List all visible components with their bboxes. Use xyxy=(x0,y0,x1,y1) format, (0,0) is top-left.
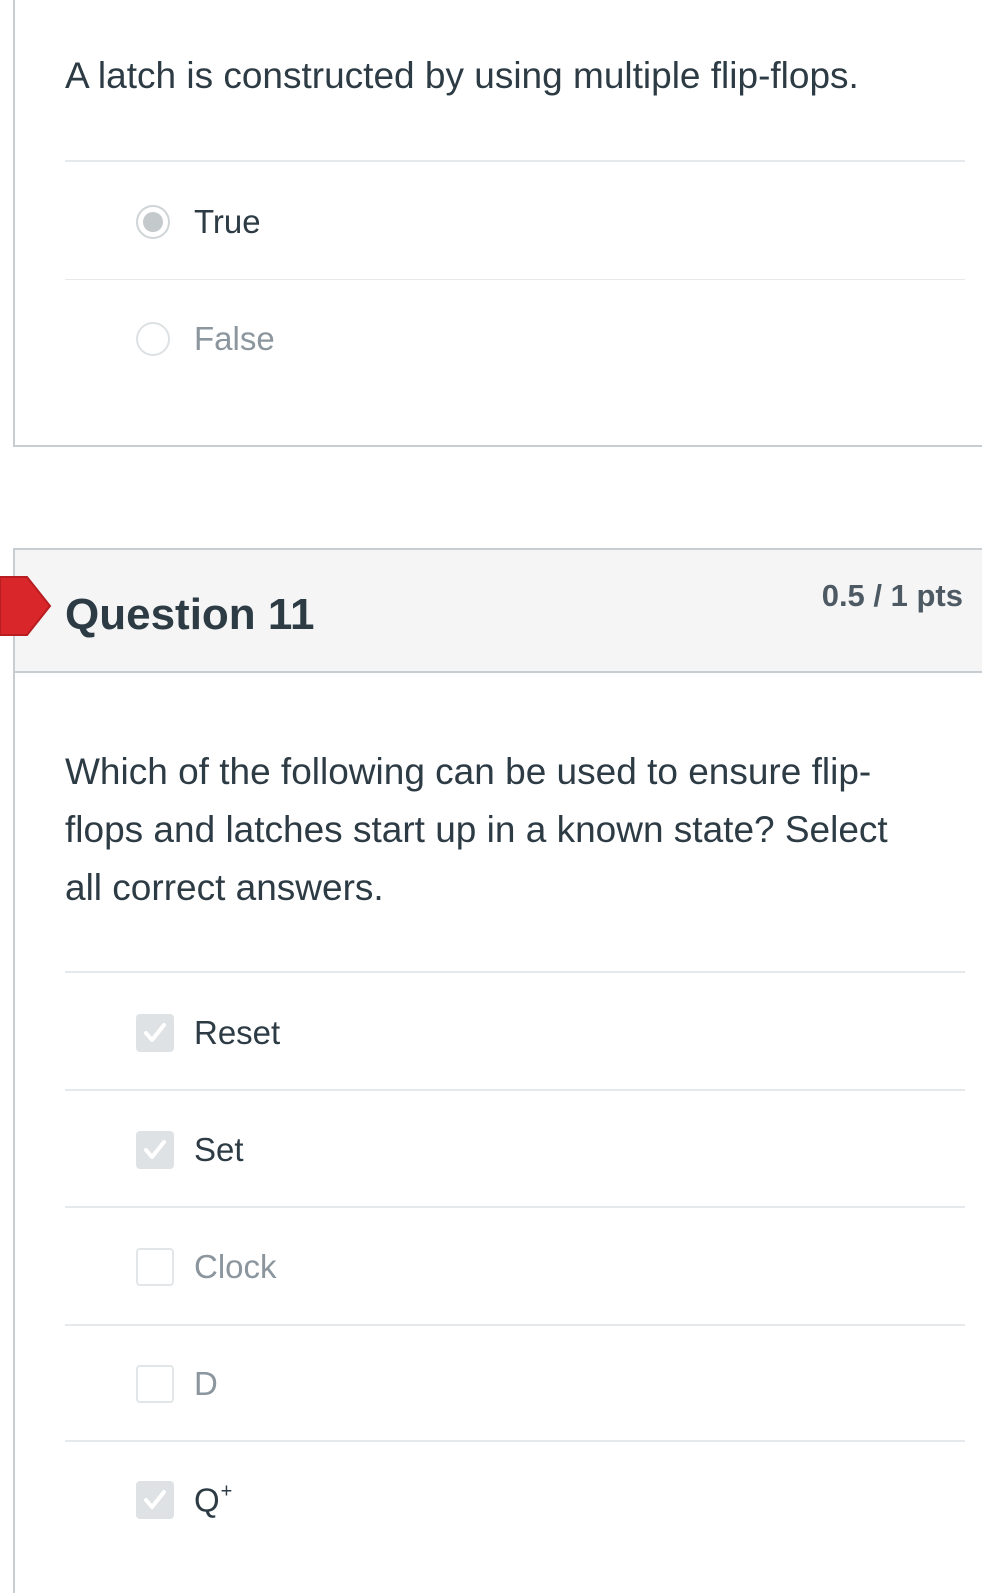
answer-option-reset[interactable]: Reset xyxy=(65,975,965,1091)
radio-button-false[interactable] xyxy=(136,322,170,356)
question-title: Question 11 xyxy=(65,590,315,639)
question-11-text: Which of the following can be used to en… xyxy=(65,751,888,908)
divider xyxy=(65,971,965,973)
answer-option-clock[interactable]: Clock xyxy=(65,1209,965,1325)
answer-option-set[interactable]: Set xyxy=(65,1092,965,1208)
checkbox-reset[interactable] xyxy=(136,1014,174,1052)
answer-label-d: D xyxy=(194,1365,218,1402)
checkbox-d[interactable] xyxy=(136,1365,174,1403)
divider xyxy=(65,1089,965,1091)
answer-label-q: Q xyxy=(194,1481,220,1519)
answer-label-q-plus: Q+ xyxy=(194,1481,232,1520)
answer-option-q-plus[interactable]: Q+ xyxy=(65,1442,965,1558)
checkbox-set[interactable] xyxy=(136,1131,174,1169)
answer-option-false[interactable]: False xyxy=(65,281,965,397)
answer-label-clock: Clock xyxy=(194,1248,277,1285)
question-10-card: A latch is constructed by using multiple… xyxy=(13,0,982,447)
divider xyxy=(65,160,965,162)
question-11-header: Question 11 0.5 / 1 pts xyxy=(13,548,982,673)
answer-option-d[interactable]: D xyxy=(65,1326,965,1442)
answer-label-set: Set xyxy=(194,1131,244,1168)
check-icon xyxy=(144,1490,166,1509)
answer-label-false: False xyxy=(194,320,275,357)
question-points: 0.5 / 1 pts xyxy=(821,578,963,613)
divider xyxy=(65,1206,965,1208)
divider xyxy=(65,279,965,280)
check-icon xyxy=(144,1140,166,1159)
answer-option-true[interactable]: True xyxy=(65,164,965,280)
answer-label-true: True xyxy=(194,203,261,240)
answer-label-reset: Reset xyxy=(194,1014,281,1051)
check-icon xyxy=(144,1023,166,1042)
checkbox-q-plus[interactable] xyxy=(136,1481,174,1519)
question-10-text: A latch is constructed by using multiple… xyxy=(65,55,859,96)
incorrect-flag-icon xyxy=(0,576,52,636)
checkbox-clock[interactable] xyxy=(136,1248,174,1286)
radio-button-true[interactable] xyxy=(136,205,170,239)
question-11-body: Which of the following can be used to en… xyxy=(13,673,982,1593)
answer-label-superscript: + xyxy=(220,1480,233,1503)
